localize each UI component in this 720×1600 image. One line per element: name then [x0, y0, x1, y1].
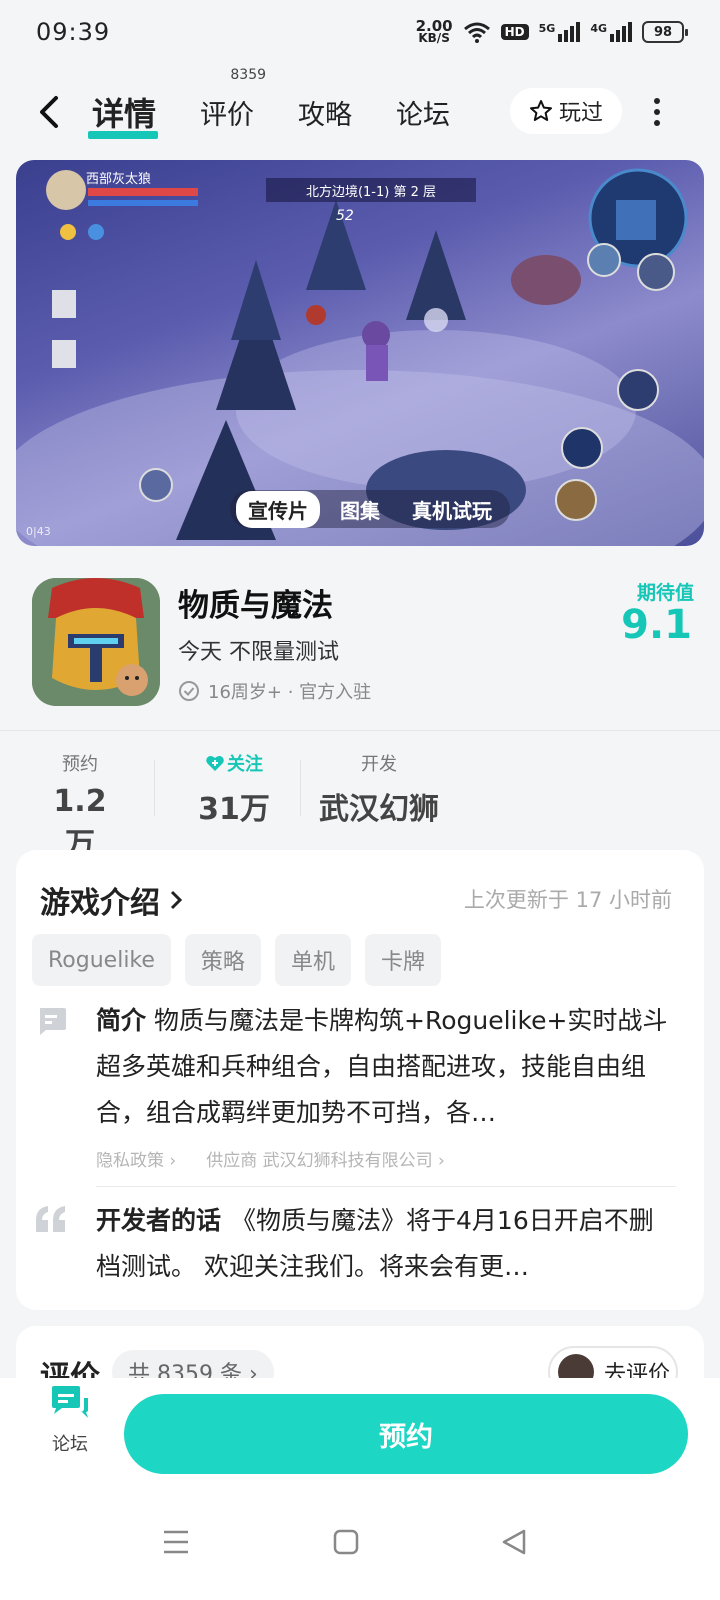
quote-icon [36, 1206, 65, 1232]
home-icon[interactable] [330, 1526, 362, 1558]
status-icons: 2.00 KB/S HD 5G 4G 98 [416, 19, 688, 45]
summary-body: 物质与魔法是卡牌构筑+Roguelike+实时战斗 超多英雄和兵种组合，自由搭配… [96, 1006, 668, 1127]
more-icon[interactable] [652, 98, 662, 126]
game-status: 今天 不限量测试 [178, 640, 339, 665]
developer-note-lead: 开发者的话 [96, 1206, 222, 1235]
tab-guide[interactable]: 攻略 [298, 93, 352, 132]
forum-button[interactable]: 论坛 [44, 1384, 96, 1456]
summary-icon [40, 1008, 66, 1035]
summary-text[interactable]: 简介 物质与魔法是卡牌构筑+Roguelike+实时战斗 超多英雄和兵种组合，自由… [96, 998, 676, 1136]
hud-region-label: 北方边境(1-1) 第 2 层 [305, 184, 437, 200]
tab-forum[interactable]: 论坛 [396, 93, 450, 132]
supplier-link[interactable]: 供应商 武汉幻狮科技有限公司 › [206, 1146, 445, 1171]
developer-note[interactable]: 开发者的话 《物质与魔法》将于4月16日开启不删档测试。 欢迎关注我们。将来会有更… [96, 1198, 676, 1290]
chat-bubble-icon [52, 1386, 88, 1418]
stat-divider [154, 760, 155, 816]
media-banner[interactable]: 西部灰太狼 北方边境(1-1) 第 2 层 52 宣传片 图集 真机试玩 0|4… [16, 160, 704, 546]
intro-card: 游戏介绍 上次更新于 17 小时前 Roguelike 策略 单机 卡牌 简介物… [16, 850, 704, 1310]
hud-player-name: 西部灰太狼 [86, 172, 152, 187]
expect-label: 期待值 [636, 582, 694, 604]
status-bar: 09:39 2.00 KB/S HD 5G 4G 98 [0, 0, 720, 64]
divider [96, 1186, 676, 1187]
net-speed: 2.00 KB/S [416, 19, 453, 45]
game-meta: 16周岁+ · 官方入驻 [178, 678, 371, 704]
stat-follow[interactable]: 关注 31万 [186, 740, 282, 828]
expect-value: 9.1 [621, 602, 692, 648]
stat-follow-label-text: 关注 [227, 754, 263, 775]
intro-title-text: 游戏介绍 [40, 886, 160, 921]
summary-lead: 简介 [96, 1006, 147, 1035]
top-nav: 详情 评价 8359 攻略 论坛 玩过 [0, 67, 720, 144]
divider [0, 730, 720, 731]
played-label: 玩过 [558, 101, 603, 126]
stat-dev-label: 开发 [361, 754, 397, 775]
tag-list: Roguelike 策略 单机 卡牌 [32, 934, 441, 986]
tab-review[interactable]: 评价 8359 [200, 67, 266, 132]
forum-label: 论坛 [52, 1434, 88, 1455]
chevron-right-icon [170, 890, 183, 910]
heart-plus-icon [206, 756, 224, 771]
battery-icon: 98 [642, 21, 688, 43]
game-meta-text: 16周岁+ · 官方入驻 [208, 682, 372, 703]
banner-tab-trial[interactable]: 真机试玩 [400, 491, 504, 528]
signal-5g-label: 5G [538, 22, 556, 35]
game-app-icon [32, 578, 160, 706]
banner-tab-trailer[interactable]: 宣传片 [236, 490, 320, 528]
hud-count: 52 [336, 208, 354, 224]
last-updated: 上次更新于 17 小时前 [463, 888, 672, 912]
game-title: 物质与魔法 [178, 588, 333, 624]
stat-follow-label: 关注 [186, 750, 282, 776]
hud-region: 北方边境(1-1) 第 2 层 [266, 178, 476, 202]
banner-tab-gallery[interactable]: 图集 [328, 491, 392, 528]
signal-5g-icon: 5G [539, 22, 581, 42]
played-button[interactable]: 玩过 [510, 88, 622, 134]
tab-review-label: 评价 [200, 99, 255, 131]
battery-level: 98 [653, 24, 673, 40]
tag-item[interactable]: 单机 [274, 934, 351, 986]
stat-divider [300, 760, 301, 816]
stats-row: 预约 1.2万 关注 31万 开发 武汉幻狮 [0, 740, 720, 862]
menu-icon[interactable] [160, 1526, 192, 1558]
system-nav-bar [0, 1484, 720, 1600]
intro-title[interactable]: 游戏介绍 [40, 878, 184, 922]
net-speed-unit: KB/S [418, 31, 450, 45]
star-icon [529, 100, 552, 121]
stat-reserve: 预约 1.2万 [44, 740, 116, 863]
check-circle-icon [179, 681, 199, 701]
back-icon[interactable] [36, 92, 68, 132]
policy-links: 隐私政策 › 供应商 武汉幻狮科技有限公司 › [96, 1146, 445, 1171]
signal-4g-icon: 4G [590, 22, 632, 42]
stat-reserve-label: 预约 [62, 754, 98, 775]
banner-tabs: 宣传片 图集 真机试玩 [230, 490, 510, 528]
hd-badge: HD [500, 24, 529, 40]
tab-review-count: 8359 [230, 66, 267, 83]
tag-item[interactable]: 策略 [184, 934, 261, 986]
game-screenshot [16, 168, 704, 546]
stat-dev-value: 武汉幻狮 [319, 792, 439, 827]
video-timer: 0|43 [26, 525, 51, 538]
reserve-button[interactable]: 预约 [124, 1394, 688, 1474]
back-triangle-icon[interactable] [498, 1526, 530, 1558]
tag-item[interactable]: Roguelike [32, 934, 171, 986]
signal-4g-label: 4G [590, 22, 607, 35]
tag-item[interactable]: 卡牌 [364, 934, 441, 986]
status-time: 09:39 [36, 18, 111, 46]
privacy-link[interactable]: 隐私政策 › [96, 1146, 176, 1171]
stat-developer[interactable]: 开发 武汉幻狮 [316, 740, 442, 828]
stat-follow-value: 31万 [198, 792, 270, 827]
game-info: 物质与魔法 今天 不限量测试 16周岁+ · 官方入驻 期待值 9.1 [0, 560, 720, 728]
tab-detail[interactable]: 详情 [87, 89, 159, 139]
wifi-icon [463, 22, 490, 43]
bottom-action-bar: 论坛 预约 [0, 1378, 720, 1484]
